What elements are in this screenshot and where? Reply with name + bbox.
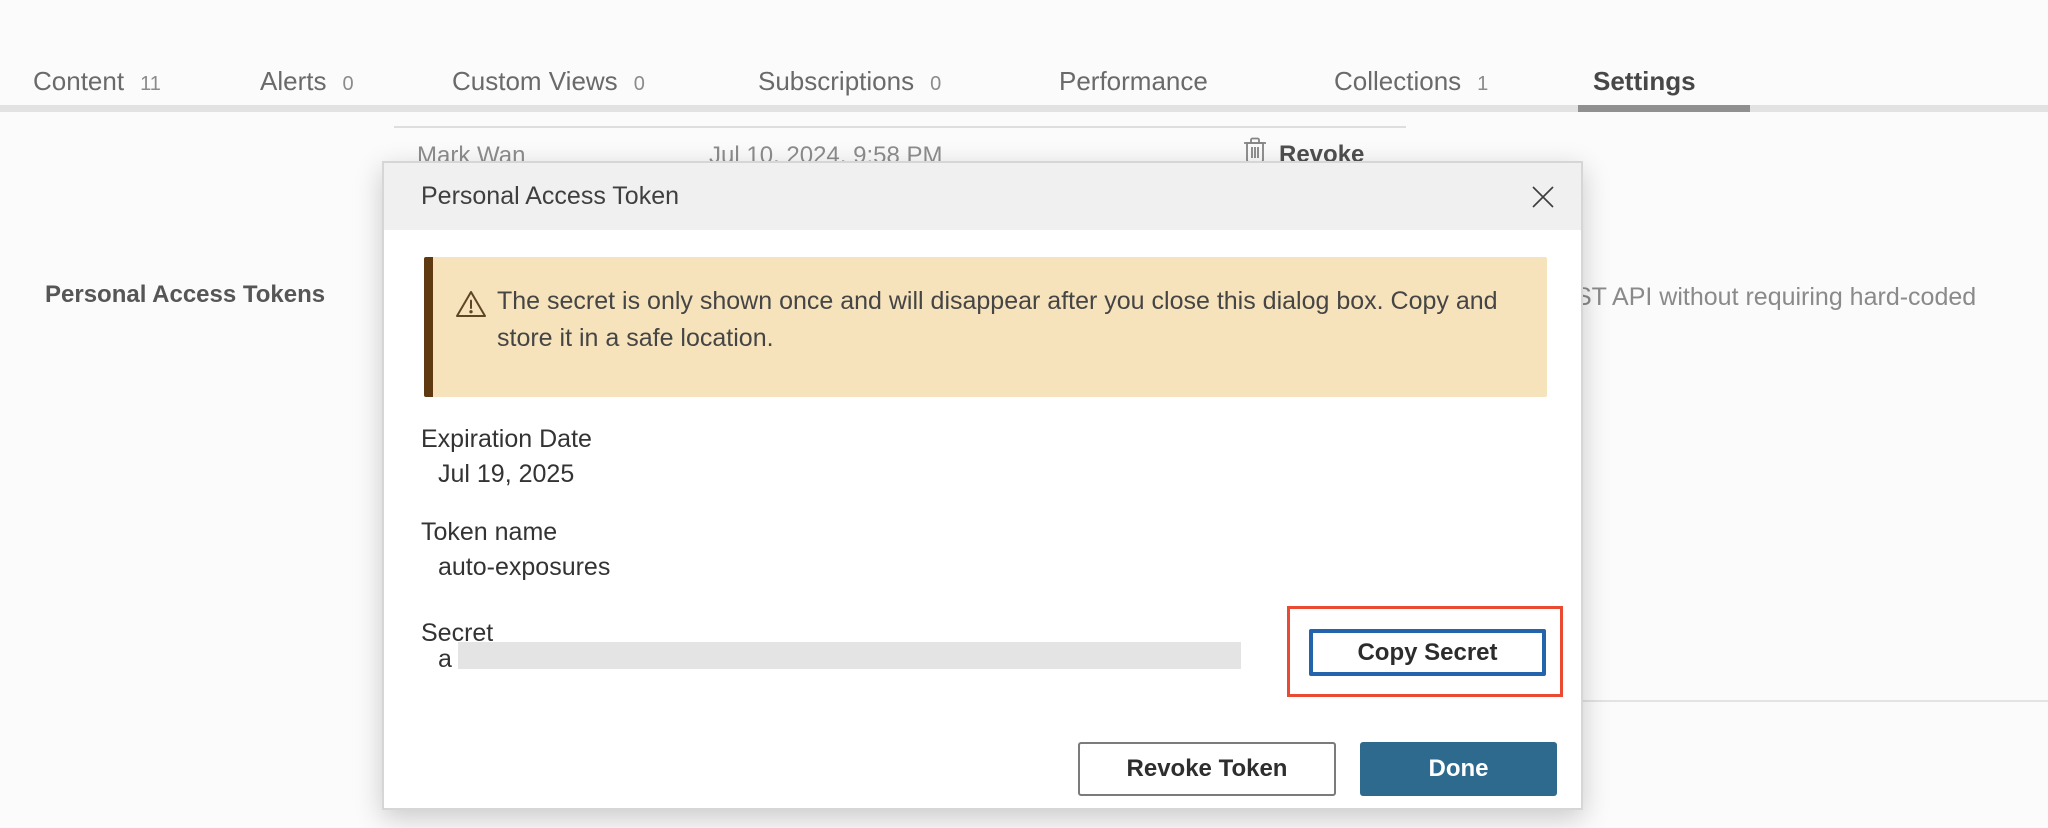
tab-label: Collections	[1334, 66, 1461, 97]
dialog-header: Personal Access Token	[384, 163, 1581, 230]
warning-icon	[455, 289, 487, 324]
tab-content[interactable]: Content 11	[33, 66, 161, 97]
tab-label: Settings	[1593, 66, 1696, 97]
warning-message-line2: store it in a safe location.	[497, 320, 1498, 357]
close-icon[interactable]	[1523, 177, 1563, 217]
personal-access-token-dialog: Personal Access Token The secret is only…	[382, 161, 1583, 810]
expiration-date-value: Jul 19, 2025	[438, 460, 574, 489]
copy-secret-button[interactable]: Copy Secret	[1309, 629, 1546, 676]
tab-count: 0	[342, 73, 353, 96]
section-description-fragment: ST API without requiring hard-coded	[1575, 283, 1976, 312]
warning-message: The secret is only shown once and will d…	[497, 283, 1498, 357]
tab-label: Custom Views	[452, 66, 618, 97]
section-divider	[1560, 700, 2048, 702]
warning-message-line1: The secret is only shown once and will d…	[497, 283, 1498, 320]
tab-label: Alerts	[260, 66, 326, 97]
secret-redacted-bar	[458, 642, 1241, 669]
done-button[interactable]: Done	[1360, 742, 1557, 796]
token-name-label: Token name	[421, 518, 557, 547]
tab-performance[interactable]: Performance	[1059, 66, 1208, 97]
tab-collections[interactable]: Collections 1	[1334, 66, 1488, 97]
tab-alerts[interactable]: Alerts 0	[260, 66, 354, 97]
table-divider	[394, 126, 1406, 128]
token-name-value: auto-exposures	[438, 553, 610, 582]
tab-custom-views[interactable]: Custom Views 0	[452, 66, 645, 97]
dialog-title: Personal Access Token	[421, 163, 679, 230]
revoke-token-button[interactable]: Revoke Token	[1078, 742, 1336, 796]
tab-count: 11	[140, 73, 161, 96]
tab-label: Subscriptions	[758, 66, 914, 97]
settings-page: Content 11 Alerts 0 Custom Views 0 Subsc…	[0, 0, 2048, 828]
tab-label: Performance	[1059, 66, 1208, 97]
tab-count: 0	[930, 73, 941, 96]
tab-subscriptions[interactable]: Subscriptions 0	[758, 66, 941, 97]
tab-label: Content	[33, 66, 124, 97]
warning-banner: The secret is only shown once and will d…	[424, 257, 1547, 397]
section-label-personal-access-tokens: Personal Access Tokens	[45, 281, 325, 309]
tab-settings[interactable]: Settings	[1593, 66, 1696, 97]
tab-count: 1	[1477, 73, 1488, 96]
tab-count: 0	[634, 73, 645, 96]
expiration-date-label: Expiration Date	[421, 425, 592, 454]
secret-value: a	[438, 645, 452, 674]
tabbar-underline-active	[1578, 105, 1750, 112]
